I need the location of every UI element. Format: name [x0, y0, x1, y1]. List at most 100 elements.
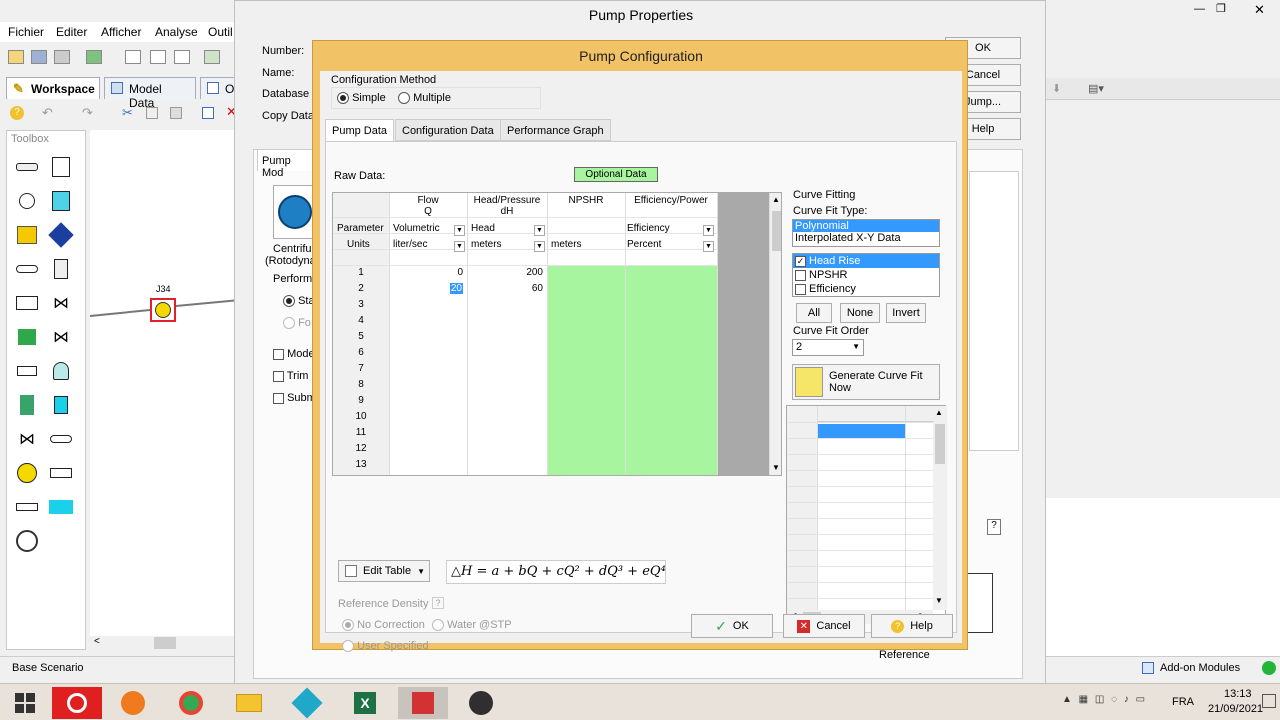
excel-icon[interactable]: X	[340, 687, 390, 719]
dialog-ok-button[interactable]: ✓ OK	[691, 614, 773, 638]
param-efficiency[interactable]: Efficiency	[627, 223, 670, 234]
tab-pump-model[interactable]: Pump Mod	[257, 149, 317, 179]
coef-scroll-thumb[interactable]	[935, 424, 945, 464]
menu-editer[interactable]: Editer	[56, 25, 87, 39]
fathom-app-icon[interactable]	[282, 687, 332, 719]
unit-head[interactable]: meters	[471, 239, 502, 250]
pump-type-image[interactable]	[273, 185, 317, 239]
taskbar-date[interactable]: 21/09/2021	[1208, 703, 1263, 715]
down-arrow-icon[interactable]: ⬇	[1052, 82, 1061, 95]
unit-eff-dropdown-icon[interactable]: ▼	[703, 241, 714, 252]
document-tool-icon[interactable]	[49, 155, 73, 179]
select-all-button[interactable]: All	[796, 303, 832, 323]
undo-icon[interactable]: ↶	[42, 105, 53, 121]
select-none-button[interactable]: None	[840, 303, 880, 323]
pipe-fitting-tool-icon[interactable]	[15, 257, 39, 281]
restore-icon[interactable]: ❐	[1216, 2, 1226, 15]
filter-icon[interactable]: ▤▾	[1088, 82, 1104, 95]
keyboard-language[interactable]: FRA	[1172, 696, 1194, 708]
firefox-icon[interactable]	[108, 687, 158, 719]
unit-efficiency[interactable]: Percent	[627, 239, 661, 250]
reservoir-tool-icon[interactable]	[49, 393, 73, 417]
fit-type-interpolated[interactable]: Interpolated X-Y Data	[793, 232, 939, 244]
select-icon[interactable]	[202, 107, 214, 119]
heat-exchanger-tool-icon[interactable]	[15, 359, 39, 383]
minimize-icon[interactable]: —	[1194, 3, 1205, 15]
grid-scroll-thumb[interactable]	[772, 211, 781, 251]
valve-tool-icon[interactable]: ⋈	[49, 291, 73, 315]
tee-tool-icon[interactable]	[15, 291, 39, 315]
tab-workspace[interactable]: ✎ Workspace	[6, 77, 100, 99]
config-multiple-option[interactable]: Multiple	[398, 92, 451, 105]
param-eff-dropdown-icon[interactable]: ▼	[703, 225, 714, 236]
chrome-icon[interactable]	[166, 687, 216, 719]
print-icon[interactable]	[54, 50, 70, 64]
dialog-cancel-button[interactable]: ✕ Cancel	[783, 614, 865, 638]
pp-checkbox-2[interactable]: Trim	[273, 370, 308, 382]
param-flow[interactable]: Volumetric	[393, 223, 440, 234]
canvas-scroll-thumb[interactable]	[154, 637, 176, 649]
system-tray-icons[interactable]: ▲ ▦ ◫ ◌ ♪ ▭	[1062, 694, 1147, 705]
help-icon[interactable]: ?	[10, 106, 24, 120]
user-specified-option[interactable]: User Specified	[342, 640, 429, 653]
perf-option-1[interactable]: Sta	[283, 295, 315, 308]
cut-icon[interactable]: ✂	[122, 105, 133, 121]
pump-node-j34[interactable]	[150, 298, 176, 322]
orifice-tool-icon[interactable]	[15, 495, 39, 519]
grid-cell-head[interactable]: 200	[467, 267, 543, 278]
optional-data-button[interactable]: Optional Data	[574, 167, 658, 182]
layout-3-icon[interactable]	[174, 50, 190, 64]
copy-icon[interactable]	[146, 107, 158, 119]
grid-cell-flow[interactable]: 0	[389, 267, 463, 278]
pp-checkbox-3[interactable]: Subm	[273, 392, 316, 404]
param-head[interactable]: Head	[471, 223, 495, 234]
gate-valve-tool-icon[interactable]: ⋈	[49, 325, 73, 349]
invert-selection-button[interactable]: Invert	[886, 303, 926, 323]
coef-scroll-up-icon[interactable]: ▲	[935, 408, 943, 417]
grid-vertical-scrollbar[interactable]: ▲ ▼	[769, 193, 781, 475]
pump-tool-icon[interactable]	[15, 461, 39, 485]
presentation-app-icon[interactable]	[398, 687, 448, 719]
menu-analyse[interactable]: Analyse	[155, 25, 198, 39]
red-app-icon[interactable]	[52, 687, 102, 719]
unit-npshr[interactable]: meters	[551, 239, 582, 250]
save-icon[interactable]	[31, 50, 47, 64]
no-correction-option[interactable]: No Correction	[342, 619, 425, 632]
windows-start-icon[interactable]	[0, 687, 50, 719]
nozzle-tool-icon[interactable]	[49, 427, 73, 451]
close-icon[interactable]: ✕	[1254, 2, 1265, 18]
pressure-tool-icon[interactable]	[48, 222, 74, 248]
edit-table-button[interactable]: Edit Table ▼	[338, 560, 430, 582]
config-simple-option[interactable]: Simple	[337, 92, 386, 105]
curve-item-head-rise[interactable]: ✓ Head Rise	[793, 254, 939, 268]
export-icon[interactable]	[86, 50, 102, 64]
grid-scroll-up-icon[interactable]: ▲	[772, 195, 780, 204]
grid-cell-flow[interactable]: 20	[389, 283, 463, 294]
canvas-horizontal-scrollbar[interactable]: <	[90, 636, 240, 650]
network-icon[interactable]	[204, 50, 220, 64]
layout-2-icon[interactable]	[150, 50, 166, 64]
spray-tool-icon[interactable]	[49, 359, 73, 383]
tab-configuration-data[interactable]: Configuration Data	[395, 119, 501, 141]
taskbar-time[interactable]: 13:13	[1224, 688, 1252, 700]
junction-tool-icon[interactable]	[15, 189, 39, 213]
open-folder-icon[interactable]	[8, 50, 24, 64]
obs-icon[interactable]	[456, 687, 506, 719]
notification-icon[interactable]	[1262, 694, 1276, 708]
pp-checkbox-1[interactable]: Mode	[273, 348, 315, 360]
layout-1-icon[interactable]	[125, 50, 141, 64]
curve-select-list[interactable]: ✓ Head Rise NPSHR Efficiency	[792, 253, 940, 297]
coef-selected-cell[interactable]	[817, 424, 905, 439]
workspace-canvas[interactable]: J34	[90, 130, 240, 650]
menu-outil[interactable]: Outil	[208, 25, 233, 39]
curve-fit-order-select[interactable]: 2 ▼	[792, 339, 864, 356]
param-flow-dropdown-icon[interactable]: ▼	[454, 225, 465, 236]
menu-fichier[interactable]: Fichier	[8, 25, 44, 39]
ref-density-help[interactable]: ?	[432, 597, 444, 609]
coef-scroll-down-icon[interactable]: ▼	[935, 596, 943, 605]
scroll-left-icon[interactable]: <	[94, 636, 100, 647]
check-valve-tool-icon[interactable]	[49, 257, 73, 281]
dialog-help-button[interactable]: ? Help	[871, 614, 953, 638]
param-head-dropdown-icon[interactable]: ▼	[534, 225, 545, 236]
coefficient-table[interactable]: ▲ ▼ < >	[786, 405, 947, 624]
